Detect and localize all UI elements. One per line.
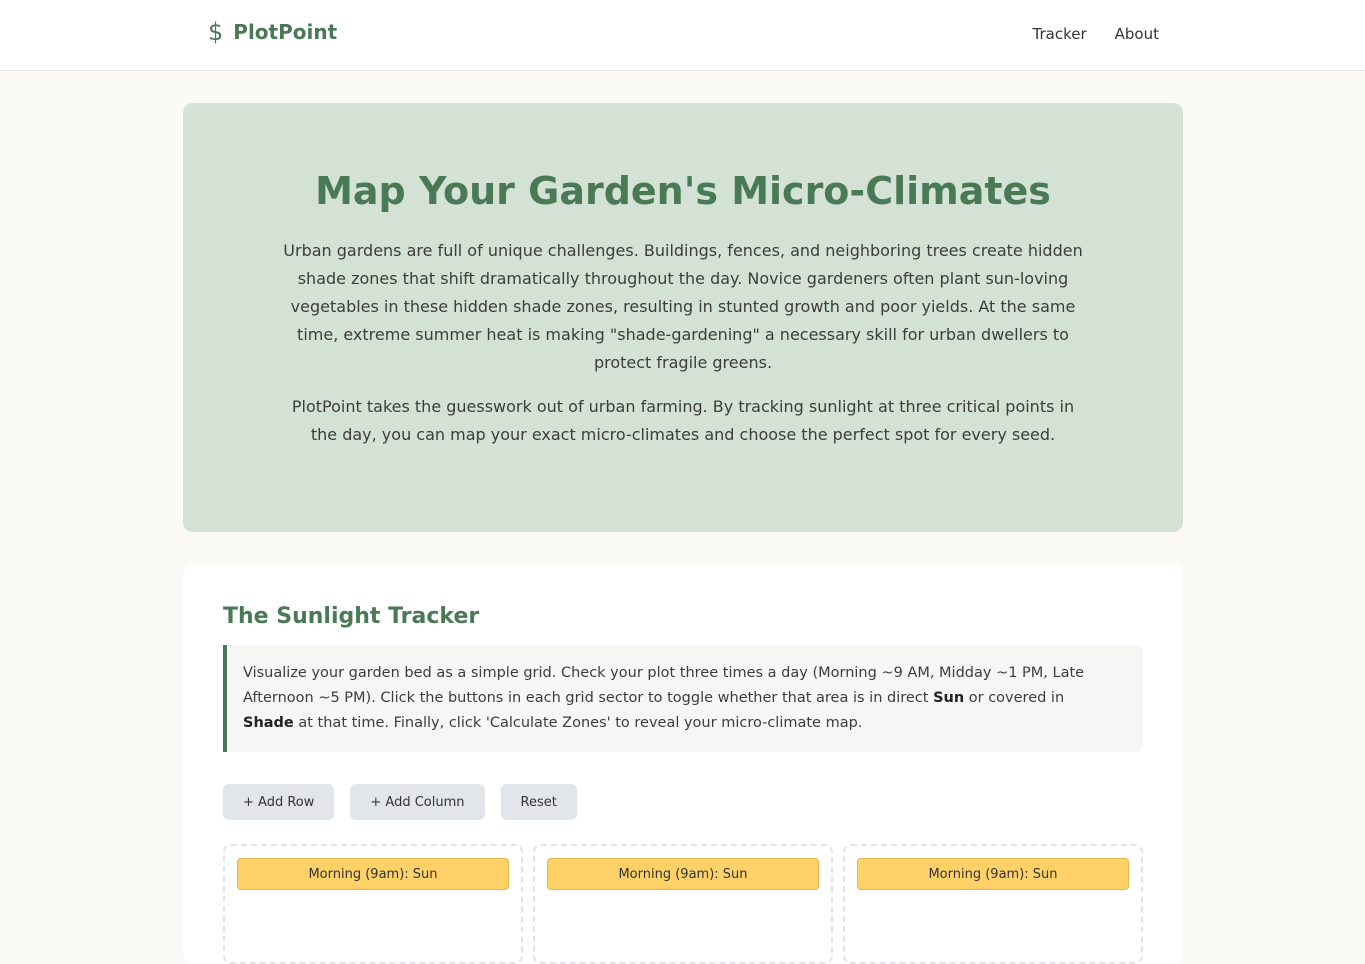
navbar: $ PlotPoint Tracker About [0,0,1365,71]
morning-toggle-button[interactable]: Morning (9am): Sun [857,858,1129,890]
morning-toggle-button[interactable]: Morning (9am): Sun [237,858,509,890]
morning-toggle-button[interactable]: Morning (9am): Sun [547,858,819,890]
tracker-title: The Sunlight Tracker [223,604,480,629]
tracker-instructions: Visualize your garden bed as a simple gr… [223,645,1143,752]
hero-paragraph-1: Urban gardens are full of unique challen… [283,241,1083,372]
instructions-text-2: or covered in [964,690,1065,706]
grid-cell: Morning (9am): Sun [533,844,833,964]
tracker-section: The Sunlight Tracker Visualize your gard… [183,564,1183,964]
brand-name: PlotPoint [233,20,338,44]
grid-cell: Morning (9am): Sun [843,844,1143,964]
add-row-button[interactable]: + Add Row [223,784,335,820]
brand-logo[interactable]: $ PlotPoint [208,20,337,44]
instructions-shade: Shade [243,715,294,731]
garden-grid: Morning (9am): Sun Morning (9am): Sun Mo… [223,844,1143,964]
nav-link-tracker[interactable]: Tracker [1033,25,1087,43]
grid-cell: Morning (9am): Sun [223,844,523,964]
reset-button[interactable]: Reset [500,784,577,820]
add-column-button[interactable]: + Add Column [350,784,485,820]
nav-links: Tracker About [1033,25,1159,43]
instructions-text-3: at that time. Finally, click 'Calculate … [293,715,863,731]
hero-section: Map Your Garden's Micro-Climates Urban g… [183,103,1183,532]
hero-title: Map Your Garden's Micro-Climates [315,169,1051,213]
grid-controls: + Add Row + Add Column Reset [223,784,1143,820]
instructions-sun: Sun [933,690,965,706]
nav-link-about[interactable]: About [1115,25,1159,43]
hero-paragraph-2: PlotPoint takes the guesswork out of urb… [291,397,1075,444]
dollar-icon: $ [208,18,224,46]
